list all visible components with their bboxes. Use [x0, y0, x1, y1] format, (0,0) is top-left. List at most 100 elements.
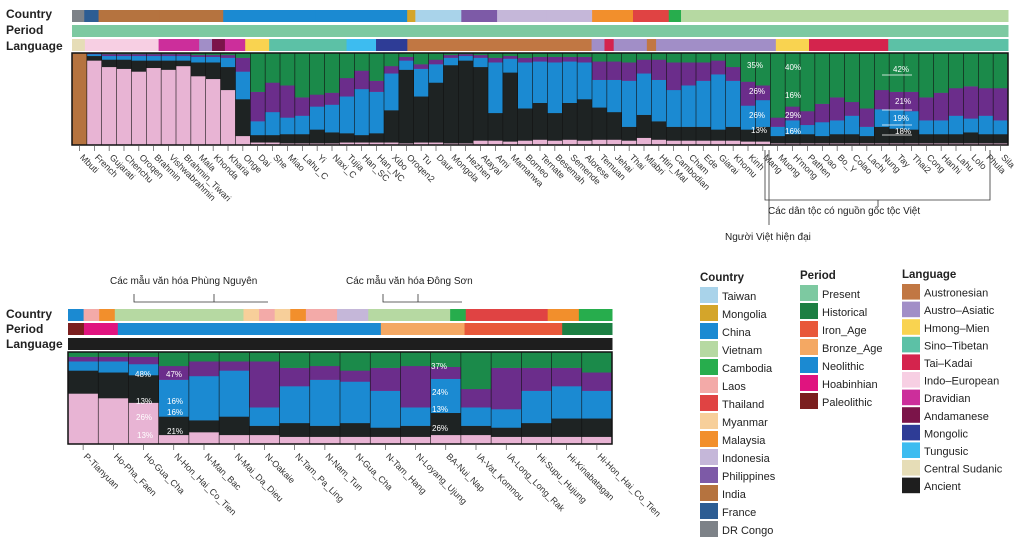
bar-segment	[128, 356, 160, 365]
bar-segment	[400, 436, 432, 445]
legend-swatch	[902, 301, 920, 318]
panel2-tick-labels: P-TianyuanHo-Pha_FaenHo-Gua_ChaN-Hon_Hai…	[82, 445, 663, 519]
bar-segment	[696, 62, 712, 81]
bar-segment	[592, 79, 608, 108]
stripe-segment	[72, 39, 86, 51]
bar-segment	[324, 92, 340, 105]
legend-label: Indo–European	[924, 376, 999, 388]
bar-segment	[918, 133, 935, 144]
bar-segment	[874, 53, 890, 91]
bar-segment	[219, 352, 250, 362]
bar-segment	[581, 436, 613, 445]
bar-segment	[473, 66, 489, 141]
bar-segment	[86, 60, 103, 146]
bar-segment	[488, 57, 504, 63]
legend-label: Malaysia	[722, 435, 766, 447]
bar-segment	[800, 124, 816, 135]
legend-swatch	[700, 341, 718, 357]
stripe-segment	[114, 309, 244, 321]
bar-segment	[176, 65, 192, 146]
bar-segment	[710, 60, 727, 75]
panel2-period-bar	[68, 323, 613, 335]
percent-label: 21%	[895, 97, 911, 106]
legend-label: Central Sudanic	[924, 464, 1003, 476]
bar-segment	[502, 55, 519, 59]
bar-segment	[562, 102, 578, 140]
bar-segment	[188, 375, 220, 421]
bar-segment	[963, 53, 979, 87]
bar-segment	[235, 99, 251, 137]
percent-label: 26%	[749, 111, 765, 120]
stripe-segment	[681, 10, 846, 22]
bar-segment	[384, 65, 400, 74]
legend-swatch	[902, 372, 920, 388]
bar-segment	[250, 53, 266, 92]
bar-segment	[621, 80, 637, 127]
bar-segment	[384, 73, 400, 111]
legend-swatch	[902, 477, 920, 494]
bar-segment	[131, 71, 147, 146]
bar-segment	[384, 53, 400, 67]
legend-label: Austronesian	[924, 288, 988, 300]
legend-label: Philippines	[722, 471, 776, 483]
row-label-country: Country	[6, 7, 52, 21]
panel1-language-bar	[72, 39, 1009, 51]
legend-label: Neolithic	[822, 361, 865, 373]
bar-segment	[265, 111, 281, 136]
legend-swatch	[902, 354, 920, 370]
bar-segment	[190, 56, 207, 63]
bar-segment	[681, 85, 697, 127]
stripe-segment	[546, 10, 593, 22]
bar-segment	[517, 108, 533, 141]
bar-segment	[98, 356, 129, 362]
bar-segment	[844, 133, 860, 144]
bar-segment	[844, 115, 860, 135]
bar-segment	[188, 361, 220, 377]
legend-label: Iron_Age	[822, 325, 867, 337]
bar-segment	[517, 62, 533, 109]
bar-segment	[249, 361, 280, 408]
legend-label: Austro–Asiatic	[924, 305, 995, 317]
legend-swatch	[700, 521, 718, 537]
stripe-segment	[68, 323, 85, 335]
stripe-segment	[465, 309, 549, 321]
bar-segment	[400, 407, 432, 426]
legend-swatch	[700, 503, 718, 519]
bar-segment	[116, 68, 132, 146]
stripe-segment	[84, 39, 150, 51]
bar-segment	[551, 386, 583, 419]
legend-label: Mongolia	[722, 309, 768, 321]
legend-swatch	[800, 321, 818, 337]
row-label-language: Language	[6, 39, 63, 53]
bar-segment	[400, 365, 432, 408]
bar-segment	[158, 352, 190, 367]
bar-segment	[161, 69, 177, 146]
bar-segment	[400, 352, 432, 367]
legend-label: Vietnam	[722, 345, 762, 357]
bar-segment	[101, 53, 117, 57]
bar-segment	[309, 106, 325, 130]
bar-segment	[710, 53, 727, 61]
legend-label: Hmong–Mien	[924, 323, 989, 335]
percent-label: 16%	[167, 397, 183, 406]
stripe-segment	[158, 39, 200, 51]
bar-segment	[581, 372, 613, 391]
bar-segment	[280, 133, 296, 144]
panel2-country-bar	[68, 309, 613, 321]
bar-segment	[68, 361, 99, 371]
bar-segment	[577, 99, 593, 141]
bar-segment	[279, 386, 311, 424]
bar-segment	[428, 53, 444, 60]
legend-label: France	[722, 507, 756, 519]
bar-segment	[309, 379, 341, 426]
stripe-segment	[809, 39, 889, 51]
bar-segment	[220, 54, 236, 58]
bar-segment	[161, 60, 177, 70]
stripe-segment	[305, 309, 338, 321]
bar-segment	[502, 58, 519, 73]
bar-segment	[800, 133, 816, 144]
bar-segment	[491, 409, 522, 428]
bar-segment	[235, 71, 251, 100]
bar-segment	[161, 53, 177, 57]
bar-segment	[681, 62, 697, 86]
